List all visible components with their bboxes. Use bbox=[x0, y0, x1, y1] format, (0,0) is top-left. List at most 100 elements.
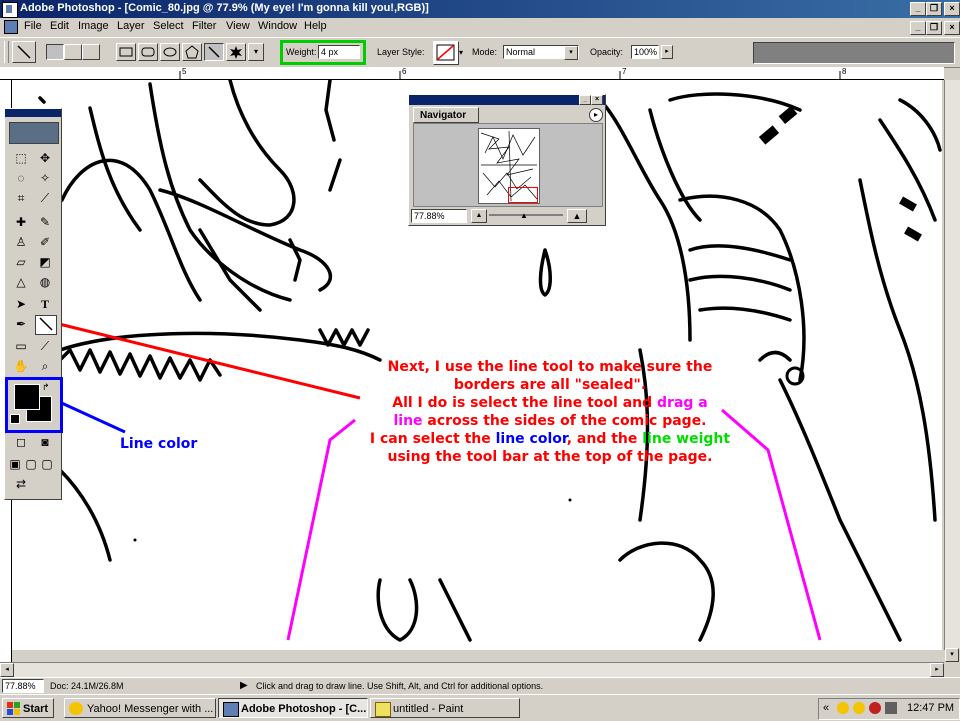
alert-tray-icon[interactable] bbox=[837, 702, 849, 714]
menu-file[interactable]: File bbox=[24, 20, 42, 32]
menu-layer[interactable]: Layer bbox=[117, 20, 145, 32]
swap-colors-icon[interactable]: ↱ bbox=[42, 382, 50, 393]
notes-tool-icon[interactable]: ▭ bbox=[11, 337, 31, 355]
rounded-rect-tool-button[interactable] bbox=[138, 43, 158, 61]
slice-tool-icon[interactable]: ⟋ bbox=[35, 189, 55, 207]
rectangle-tool-button[interactable] bbox=[116, 43, 136, 61]
scroll-right-icon[interactable]: ▸ bbox=[930, 663, 944, 677]
eraser-tool-icon[interactable]: ▱ bbox=[11, 253, 31, 271]
crop-tool-icon[interactable]: ⌗ bbox=[11, 189, 31, 207]
chevron-down-icon[interactable]: ▾ bbox=[564, 46, 578, 60]
zoom-slider-thumb[interactable]: ▲ bbox=[520, 211, 528, 220]
restore-button[interactable]: ❐ bbox=[926, 2, 942, 16]
history-brush-icon[interactable]: ✐ bbox=[35, 233, 55, 251]
photoshop-app-icon[interactable] bbox=[2, 2, 18, 18]
custom-shape-tool-button[interactable] bbox=[226, 43, 246, 61]
doc-minimize-button[interactable]: _ bbox=[910, 21, 926, 35]
adobe-online-icon[interactable] bbox=[9, 122, 59, 144]
minimize-button[interactable]: _ bbox=[910, 2, 926, 16]
type-tool-icon[interactable]: T bbox=[35, 295, 55, 313]
paint-bucket-icon[interactable]: ◩ bbox=[35, 253, 55, 271]
standard-mode-icon[interactable]: ◻ bbox=[11, 433, 31, 451]
navigator-preview-area[interactable] bbox=[413, 123, 603, 207]
dodge-tool-icon[interactable]: ◍ bbox=[35, 273, 55, 291]
status-zoom-field[interactable]: 77.88% bbox=[2, 679, 44, 693]
status-arrow-icon[interactable]: ▶ bbox=[240, 680, 248, 691]
marquee-tool-icon[interactable]: ⬚ bbox=[11, 149, 31, 167]
eyedropper-icon[interactable]: ⟋ bbox=[35, 337, 55, 355]
layer-style-dropdown-arrow[interactable]: ▾ bbox=[459, 48, 463, 57]
foreground-color-swatch[interactable] bbox=[14, 384, 40, 410]
hand-tool-icon[interactable]: ✋ bbox=[11, 357, 31, 375]
scroll-down-icon[interactable]: ▾ bbox=[945, 648, 959, 662]
scroll-left-icon[interactable]: ◂ bbox=[0, 663, 14, 677]
toolbox-titlebar[interactable] bbox=[5, 109, 61, 117]
shape-layers-button[interactable] bbox=[46, 44, 64, 60]
mode-select[interactable]: Normal ▾ bbox=[503, 45, 579, 60]
network-tray-icon[interactable] bbox=[885, 702, 897, 714]
menu-help[interactable]: Help bbox=[304, 20, 327, 32]
move-tool-icon[interactable]: ✥ bbox=[35, 149, 55, 167]
menu-filter[interactable]: Filter bbox=[192, 20, 216, 32]
geometry-options-dropdown[interactable]: ▾ bbox=[248, 43, 264, 61]
healing-brush-icon[interactable]: ✚ bbox=[11, 213, 31, 231]
screen-mode-full-icon[interactable]: ▢ bbox=[39, 455, 55, 473]
doc-restore-button[interactable]: ❐ bbox=[926, 21, 942, 35]
doc-close-button[interactable]: × bbox=[944, 21, 960, 35]
weight-input[interactable]: 4 px bbox=[318, 45, 360, 59]
task-photoshop[interactable]: Adobe Photoshop - [C... bbox=[218, 698, 368, 718]
quick-mask-icon[interactable]: ◙ bbox=[35, 433, 55, 451]
line-color-label: Line color bbox=[120, 436, 198, 452]
path-selection-icon[interactable]: ➤ bbox=[11, 295, 31, 313]
navigator-titlebar[interactable]: _ × bbox=[409, 95, 605, 105]
polygon-tool-button[interactable] bbox=[182, 43, 202, 61]
navigator-tab[interactable]: Navigator bbox=[413, 107, 479, 123]
clock[interactable]: 12:47 PM bbox=[907, 702, 954, 714]
task-yahoo-messenger[interactable]: Yahoo! Messenger with ... bbox=[64, 698, 216, 718]
screen-mode-standard-icon[interactable]: ▣ bbox=[7, 455, 23, 473]
lasso-tool-icon[interactable]: ◌ bbox=[11, 169, 31, 187]
menu-view[interactable]: View bbox=[226, 20, 250, 32]
navigator-minimize-button[interactable]: _ bbox=[579, 95, 591, 105]
zoom-in-icon[interactable]: ▲ bbox=[567, 209, 587, 223]
default-colors-icon[interactable] bbox=[10, 414, 20, 424]
menu-edit[interactable]: Edit bbox=[50, 20, 69, 32]
line-tool-active-icon[interactable] bbox=[35, 315, 57, 335]
grip-handle[interactable] bbox=[4, 41, 9, 63]
document-icon[interactable] bbox=[4, 20, 18, 34]
messenger-tray-icon[interactable] bbox=[853, 702, 865, 714]
tray-expand-chevron[interactable]: « bbox=[823, 702, 829, 714]
navigator-zoom-input[interactable]: 77.88% bbox=[411, 209, 467, 223]
jump-to-imageready-icon[interactable]: ⇄ bbox=[11, 475, 31, 493]
navigator-view-box[interactable] bbox=[508, 187, 538, 203]
pen-tool-icon[interactable]: ✒ bbox=[11, 315, 31, 333]
magic-wand-icon[interactable]: ✧ bbox=[35, 169, 55, 187]
menu-select[interactable]: Select bbox=[153, 20, 184, 32]
close-button[interactable]: × bbox=[944, 2, 960, 16]
screen-mode-menu-icon[interactable]: ▢ bbox=[23, 455, 39, 473]
navigator-close-button[interactable]: × bbox=[591, 95, 603, 105]
palette-well[interactable] bbox=[753, 42, 955, 64]
security-tray-icon[interactable] bbox=[869, 702, 881, 714]
blur-tool-icon[interactable]: △ bbox=[11, 273, 31, 291]
horizontal-scrollbar[interactable]: ◂ ▸ bbox=[0, 662, 944, 677]
task-paint[interactable]: untitled - Paint bbox=[370, 698, 520, 718]
start-button[interactable]: Start bbox=[2, 698, 54, 718]
status-doc-size[interactable]: Doc: 24.1M/26.8M bbox=[50, 681, 124, 691]
vertical-scrollbar[interactable] bbox=[944, 80, 960, 650]
menu-window[interactable]: Window bbox=[258, 20, 297, 32]
zoom-out-icon[interactable]: ▲ bbox=[471, 209, 487, 223]
clone-stamp-icon[interactable]: ♙ bbox=[11, 233, 31, 251]
palette-menu-arrow-icon[interactable]: ▸ bbox=[589, 108, 603, 122]
opacity-input[interactable]: 100% bbox=[631, 45, 659, 59]
ellipse-tool-button[interactable] bbox=[160, 43, 180, 61]
zoom-tool-icon[interactable]: ⌕ bbox=[35, 357, 55, 375]
tool-preset-picker[interactable] bbox=[12, 41, 36, 63]
layer-style-picker[interactable] bbox=[433, 41, 459, 65]
fill-pixels-button[interactable] bbox=[82, 44, 100, 60]
brush-tool-icon[interactable]: ✎ bbox=[35, 213, 55, 231]
paths-button[interactable] bbox=[64, 44, 82, 60]
line-tool-button[interactable] bbox=[204, 43, 224, 61]
menu-image[interactable]: Image bbox=[78, 20, 109, 32]
opacity-slider-arrow[interactable]: ▸ bbox=[661, 45, 673, 59]
